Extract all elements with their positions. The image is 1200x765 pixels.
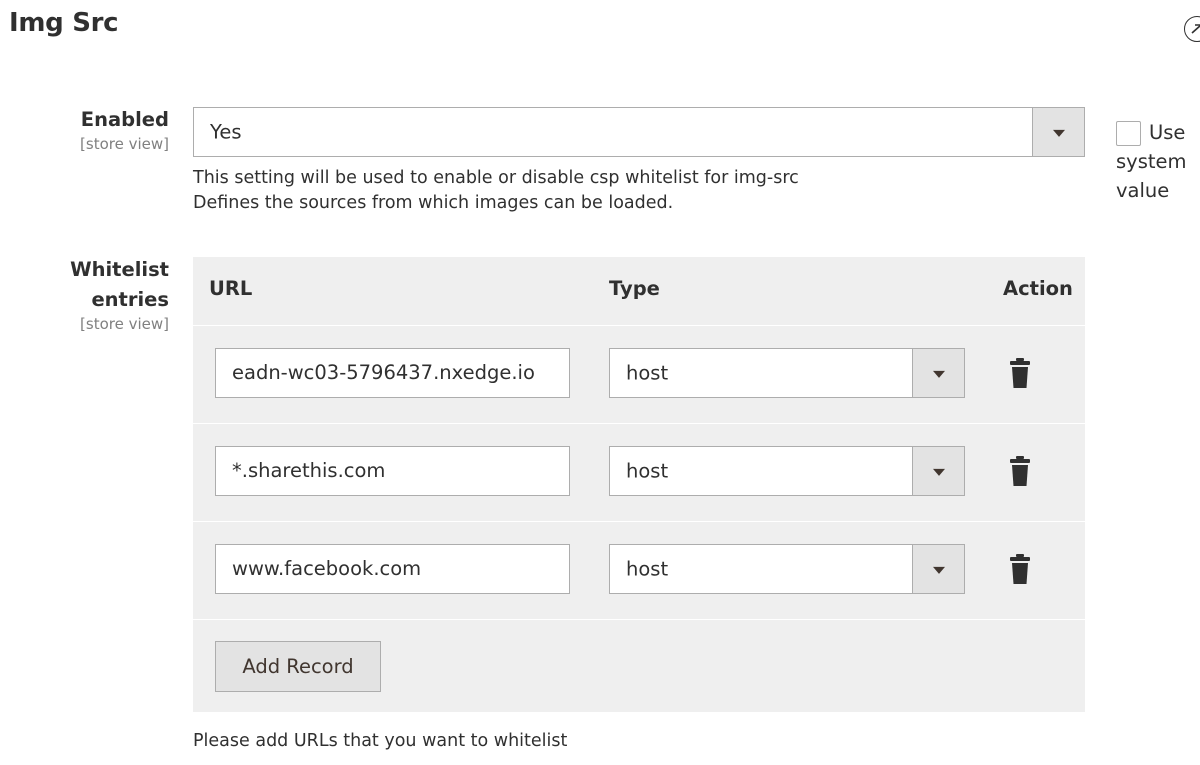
chevron-down-icon xyxy=(932,468,945,476)
enabled-note-line-2: Defines the sources from which images ca… xyxy=(193,193,674,213)
enabled-select-value: Yes xyxy=(210,120,242,144)
chevron-down-icon xyxy=(1052,129,1065,137)
use-system-value-checkbox[interactable] xyxy=(1116,121,1141,146)
use-system-value-label-3: value xyxy=(1116,179,1170,202)
column-header-action: Action xyxy=(1003,277,1073,300)
section-collapse-icon[interactable] xyxy=(1184,16,1200,42)
column-header-url: URL xyxy=(209,277,253,300)
column-header-type: Type xyxy=(609,277,660,300)
whitelist-scope-label: [store view] xyxy=(80,315,169,333)
config-page: Img Src Enabled [store view] Yes This se… xyxy=(0,0,1200,765)
trash-icon[interactable] xyxy=(1008,553,1032,585)
table-row: eadn-wc03-5796437.nxedge.io host xyxy=(193,326,1085,424)
whitelist-label-line-1: Whitelist xyxy=(70,258,169,281)
enabled-select[interactable]: Yes xyxy=(193,107,1085,157)
type-select-arrow[interactable] xyxy=(912,349,964,397)
table-row: *.sharethis.com host xyxy=(193,424,1085,522)
type-select-value: host xyxy=(626,361,669,385)
enabled-scope-label: [store view] xyxy=(80,135,169,153)
whitelist-grid: URL Type Action eadn-wc03-5796437.nxedge… xyxy=(193,257,1085,712)
type-select-arrow[interactable] xyxy=(912,545,964,593)
use-system-value[interactable]: Use system value xyxy=(1116,118,1200,205)
whitelist-label-line-2: entries xyxy=(91,288,169,311)
url-input[interactable]: *.sharethis.com xyxy=(215,446,570,496)
enabled-select-arrow[interactable] xyxy=(1032,108,1084,156)
trash-icon[interactable] xyxy=(1008,357,1032,389)
type-select-value: host xyxy=(626,557,669,581)
grid-header: URL Type Action xyxy=(193,257,1085,326)
type-select[interactable]: host xyxy=(609,348,965,398)
type-select-value: host xyxy=(626,459,669,483)
whitelist-note: Please add URLs that you want to whiteli… xyxy=(193,731,568,751)
chevron-down-icon xyxy=(932,566,945,574)
type-select-arrow[interactable] xyxy=(912,447,964,495)
use-system-value-label-2: system xyxy=(1116,150,1187,173)
add-record-button[interactable]: Add Record xyxy=(215,641,381,692)
url-input[interactable]: www.facebook.com xyxy=(215,544,570,594)
chevron-down-icon xyxy=(932,370,945,378)
trash-icon[interactable] xyxy=(1008,455,1032,487)
type-select[interactable]: host xyxy=(609,544,965,594)
table-row: www.facebook.com host xyxy=(193,522,1085,620)
type-select[interactable]: host xyxy=(609,446,965,496)
section-title: Img Src xyxy=(9,8,119,38)
enabled-label: Enabled xyxy=(80,108,169,131)
enabled-note: This setting will be used to enable or d… xyxy=(193,166,799,216)
url-input[interactable]: eadn-wc03-5796437.nxedge.io xyxy=(215,348,570,398)
enabled-note-line-1: This setting will be used to enable or d… xyxy=(193,168,799,188)
